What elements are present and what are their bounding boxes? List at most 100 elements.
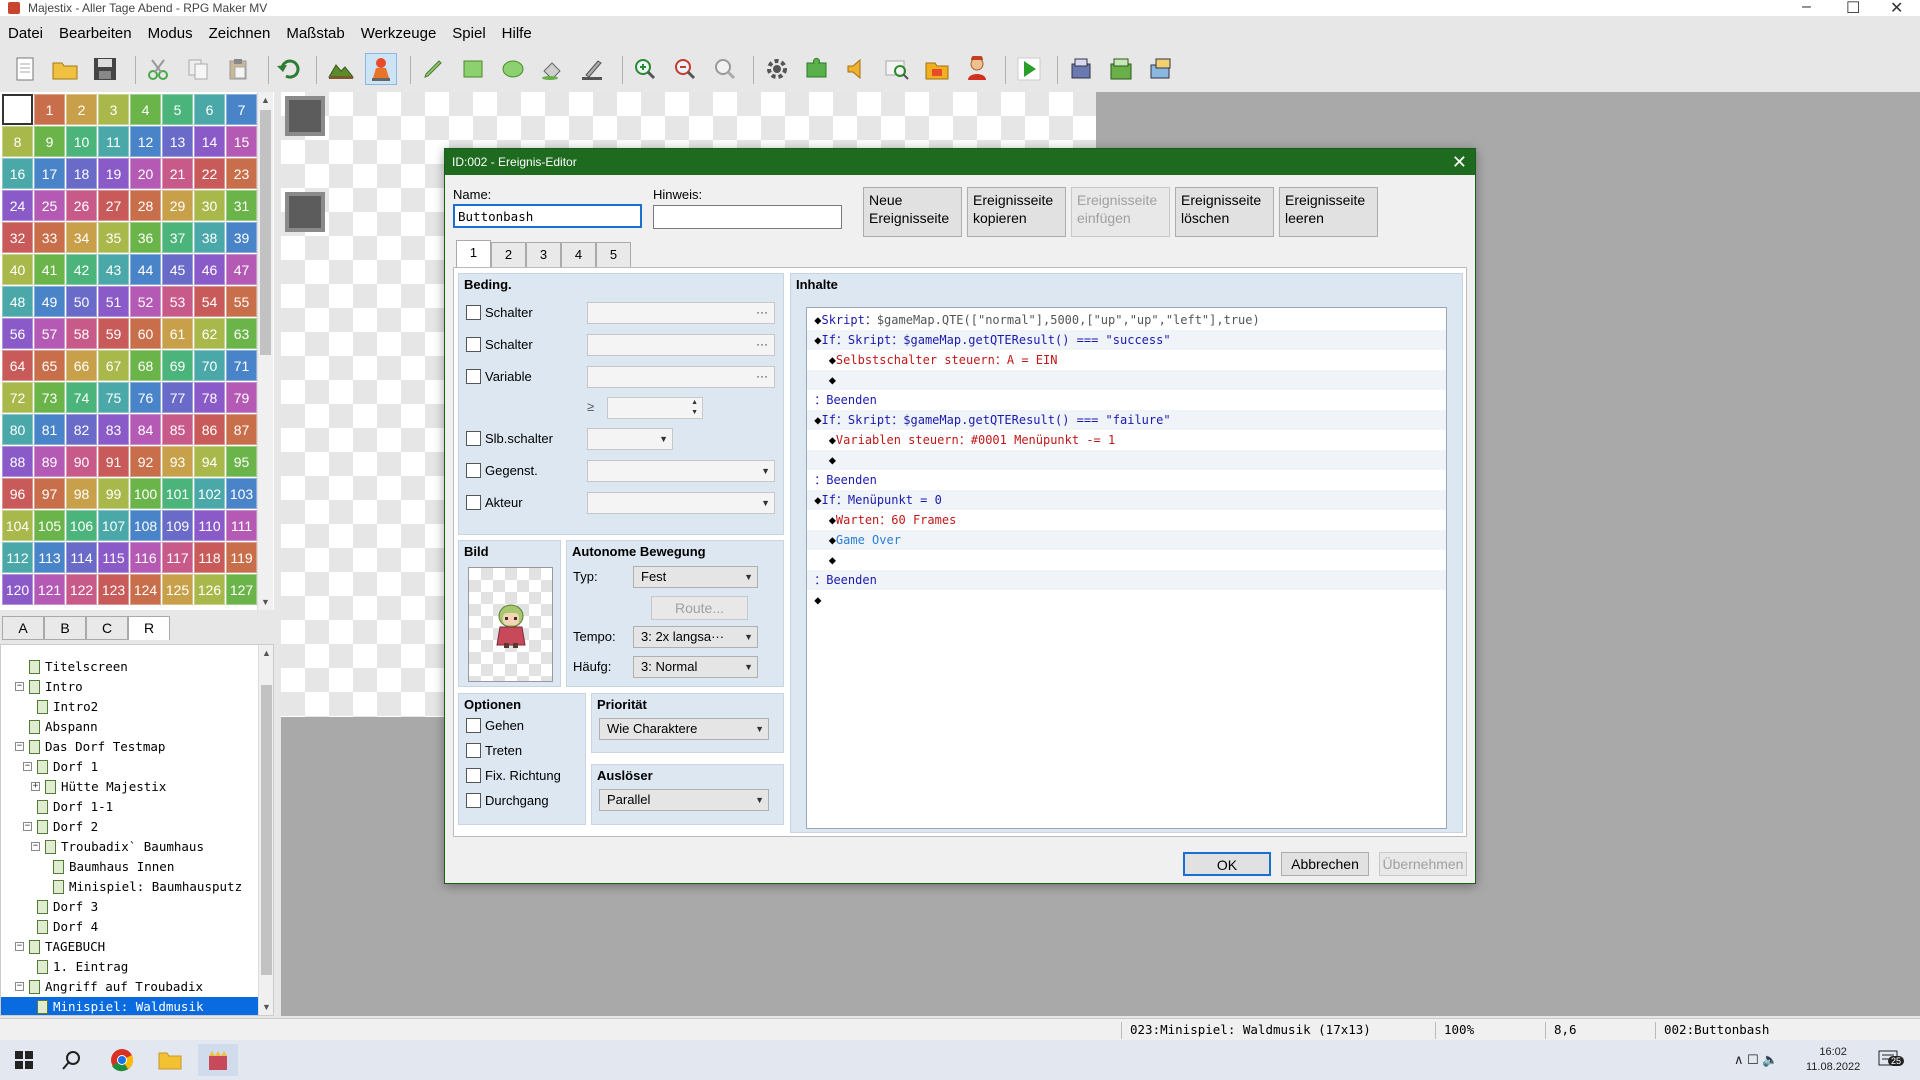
tile-69[interactable]: 69 [162,350,193,381]
tile-84[interactable]: 84 [130,414,161,445]
tile-62[interactable]: 62 [194,318,225,349]
playtest-icon[interactable] [1013,53,1045,85]
tile-61[interactable]: 61 [162,318,193,349]
tile-122[interactable]: 122 [66,574,97,605]
collapse-icon[interactable]: − [23,822,32,831]
map-tree-item[interactable]: Intro2 [1,697,259,717]
tile-111[interactable]: 111 [226,510,257,541]
dialog-close-icon[interactable]: ✕ [1452,149,1467,175]
opt-direction-fix-checkbox[interactable] [466,768,481,783]
tile-72[interactable]: 72 [2,382,33,413]
tile-46[interactable]: 46 [194,254,225,285]
map-tree-item[interactable]: Baumhaus Innen [1,857,259,877]
zoom-in-icon[interactable] [629,53,661,85]
resource-manager-icon[interactable] [921,53,953,85]
map-tree-item[interactable]: − TAGEBUCH [1,937,259,957]
paste-page-button[interactable]: Ereignisseite einfügen [1071,187,1170,237]
tile-115[interactable]: 115 [98,542,129,573]
cond-variable-select[interactable]: ··· [587,366,775,388]
tile-89[interactable]: 89 [34,446,65,477]
tile-95[interactable]: 95 [226,446,257,477]
tile-48[interactable]: 48 [2,286,33,317]
tray-icons[interactable]: ∧ ☐ 🔈 [1734,1052,1779,1068]
tile-90[interactable]: 90 [66,446,97,477]
tab-page-3[interactable]: 3 [526,242,561,268]
tile-5[interactable]: 5 [162,94,193,125]
note-field[interactable] [653,205,842,229]
character-generator-icon[interactable] [961,53,993,85]
tab-a[interactable]: A [2,616,44,640]
event-searcher-icon[interactable] [881,53,913,85]
scroll-up-icon[interactable]: ▲ [258,92,273,108]
cond-switch2-checkbox[interactable] [466,337,481,352]
map-tree-item[interactable]: + Hütte Majestix [1,777,259,797]
database-icon[interactable] [761,53,793,85]
cond-variable-value[interactable]: ▲ ▼ [607,397,703,419]
tile-105[interactable]: 105 [34,510,65,541]
cut-icon[interactable] [142,53,174,85]
tile-67[interactable]: 67 [98,350,129,381]
priority-select[interactable]: Wie Charaktere ▼ [599,718,769,740]
tile-32[interactable]: 32 [2,222,33,253]
event-command-line[interactable]: ◆Skript：$gameMap.QTE(["normal"],5000,["u… [807,310,1446,330]
map-mode-icon[interactable] [325,53,357,85]
palette-scrollbar[interactable]: ▲ ▼ [257,92,273,610]
tile-34[interactable]: 34 [66,222,97,253]
freq-select[interactable]: 3: Normal ▼ [633,656,758,678]
tile-54[interactable]: 54 [194,286,225,317]
collapse-icon[interactable]: − [15,942,24,951]
cond-switch1-select[interactable]: ··· [587,302,775,324]
tile-12[interactable]: 12 [130,126,161,157]
close-button[interactable]: ✕ [1890,0,1903,18]
tile-68[interactable]: 68 [130,350,161,381]
tile-91[interactable]: 91 [98,446,129,477]
tile-71[interactable]: 71 [226,350,257,381]
tile-108[interactable]: 108 [130,510,161,541]
tile-49[interactable]: 49 [34,286,65,317]
tile-9[interactable]: 9 [34,126,65,157]
tile-39[interactable]: 39 [226,222,257,253]
cond-item-select[interactable]: ▼ [587,460,775,482]
tile-63[interactable]: 63 [226,318,257,349]
notification-icon[interactable]: 25 [1878,1050,1905,1070]
delete-page-button[interactable]: Ereignisseite löschen [1175,187,1274,237]
zoom-out-icon[interactable] [669,53,701,85]
tile-119[interactable]: 119 [226,542,257,573]
tile-8[interactable]: 8 [2,126,33,157]
fill-icon[interactable] [537,53,569,85]
tile-87[interactable]: 87 [226,414,257,445]
menu-modus[interactable]: Modus [140,22,201,42]
cond-variable-checkbox[interactable] [466,369,481,384]
tile-75[interactable]: 75 [98,382,129,413]
tile-empty[interactable] [2,94,33,125]
tile-57[interactable]: 57 [34,318,65,349]
tile-64[interactable]: 64 [2,350,33,381]
menu-zeichnen[interactable]: Zeichnen [201,22,279,42]
sound-test-icon[interactable] [841,53,873,85]
tile-7[interactable]: 7 [226,94,257,125]
map-tree-item[interactable]: Minispiel: Waldmusik [1,997,259,1015]
tab-c[interactable]: C [86,616,128,640]
tile-123[interactable]: 123 [98,574,129,605]
tile-31[interactable]: 31 [226,190,257,221]
tile-18[interactable]: 18 [66,158,97,189]
apply-button[interactable]: Übernehmen [1379,852,1467,876]
event-command-line[interactable]: ◆Game Over [807,530,1446,550]
collapse-icon[interactable]: − [23,762,32,771]
event-command-list[interactable]: ◆Skript：$gameMap.QTE(["normal"],5000,["u… [806,307,1447,829]
tile-51[interactable]: 51 [98,286,129,317]
pencil-icon[interactable] [417,53,449,85]
menu-hilfe[interactable]: Hilfe [494,22,540,42]
map-tree-item[interactable]: − Dorf 1 [1,757,259,777]
tile-20[interactable]: 20 [130,158,161,189]
tile-85[interactable]: 85 [162,414,193,445]
tile-99[interactable]: 99 [98,478,129,509]
tile-83[interactable]: 83 [98,414,129,445]
opt-walk-checkbox[interactable] [466,718,481,733]
plugin-tool-2-icon[interactable] [1105,53,1137,85]
tile-26[interactable]: 26 [66,190,97,221]
tile-78[interactable]: 78 [194,382,225,413]
tile-40[interactable]: 40 [2,254,33,285]
map-tree-item[interactable]: Minispiel: Baumhausputz [1,877,259,897]
new-page-button[interactable]: Neue Ereignisseite [863,187,962,237]
